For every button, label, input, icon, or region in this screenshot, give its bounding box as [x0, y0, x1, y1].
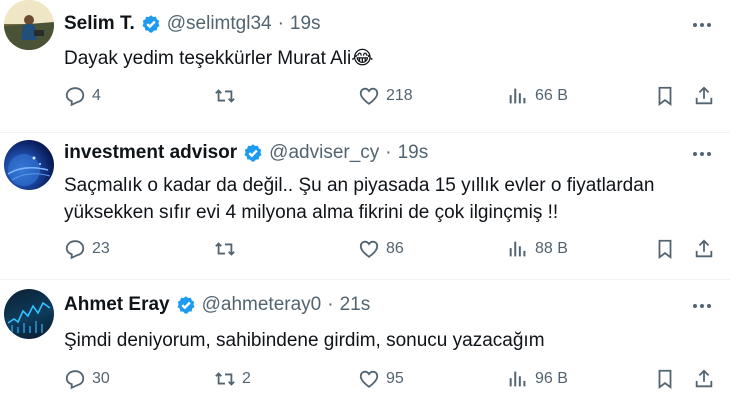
retweet-button[interactable] [214, 236, 242, 262]
tweet-feed: Selim T. @selimtgl34 · 19s Dayak yedim t… [0, 0, 730, 420]
action-bar: 30 2 95 96 B [0, 366, 730, 392]
handle[interactable]: @selimtgl34 [167, 13, 272, 35]
share-button[interactable] [693, 83, 715, 109]
retweet-button[interactable] [214, 83, 242, 109]
action-bar: 23 86 88 B [0, 236, 730, 262]
avatar[interactable] [4, 289, 54, 339]
bookmark-icon [654, 238, 676, 260]
display-name[interactable]: Ahmet Eray [64, 294, 170, 316]
like-icon [358, 238, 380, 260]
tweet-header: investment advisor @adviser_cy · 19s [64, 142, 428, 164]
handle[interactable]: @adviser_cy [269, 142, 379, 164]
views-button[interactable]: 66 B [507, 83, 568, 109]
retweet-button[interactable]: 2 [214, 366, 251, 392]
like-count: 218 [386, 87, 413, 104]
views-count: 96 B [535, 370, 568, 387]
display-name[interactable]: investment advisor [64, 142, 237, 164]
views-count: 88 B [535, 240, 568, 257]
display-name[interactable]: Selim T. [64, 13, 135, 35]
share-button[interactable] [693, 366, 715, 392]
more-icon[interactable] [688, 15, 716, 35]
tweet-text: Saçmalık o kadar da değil.. Şu an piyasa… [64, 175, 655, 223]
retweet-icon [214, 238, 236, 260]
retweet-count: 2 [242, 370, 251, 387]
reply-count: 23 [92, 240, 110, 257]
tweet-text: Şimdi deniyorum, sahibindene girdim, son… [64, 330, 545, 351]
bookmark-button[interactable] [654, 366, 676, 392]
bookmark-button[interactable] [654, 83, 676, 109]
verified-badge-icon [142, 15, 160, 33]
divider [0, 279, 730, 280]
views-icon [507, 85, 529, 107]
separator-dot: · [327, 294, 334, 315]
tweet-header: Ahmet Eray @ahmeteray0 · 21s [64, 294, 370, 316]
share-icon [693, 238, 715, 260]
reply-button[interactable]: 23 [64, 236, 110, 262]
reply-count: 4 [92, 87, 101, 104]
reply-icon [64, 85, 86, 107]
divider [0, 132, 730, 133]
bookmark-icon [654, 368, 676, 390]
like-button[interactable]: 86 [358, 236, 404, 262]
handle[interactable]: @ahmeteray0 [202, 294, 322, 316]
reply-button[interactable]: 4 [64, 83, 101, 109]
views-button[interactable]: 88 B [507, 236, 568, 262]
bookmark-button[interactable] [654, 236, 676, 262]
like-count: 95 [386, 370, 404, 387]
like-button[interactable]: 95 [358, 366, 404, 392]
verified-badge-icon [244, 144, 262, 162]
tweet-header: Selim T. @selimtgl34 · 19s [64, 13, 321, 35]
bookmark-icon [654, 85, 676, 107]
views-icon [507, 368, 529, 390]
verified-badge-icon [177, 296, 195, 314]
avatar[interactable] [4, 140, 54, 190]
more-icon[interactable] [688, 144, 716, 164]
timestamp[interactable]: 21s [340, 294, 371, 316]
share-icon [693, 85, 715, 107]
retweet-icon [214, 368, 236, 390]
like-count: 86 [386, 240, 404, 257]
share-icon [693, 368, 715, 390]
views-count: 66 B [535, 87, 568, 104]
reply-count: 30 [92, 370, 110, 387]
share-button[interactable] [693, 236, 715, 262]
tweet-text: Dayak yedim teşekkürler Murat Ali😂 [64, 48, 374, 69]
like-icon [358, 368, 380, 390]
action-bar: 4 218 66 B [0, 83, 730, 109]
reply-button[interactable]: 30 [64, 366, 110, 392]
views-button[interactable]: 96 B [507, 366, 568, 392]
timestamp[interactable]: 19s [398, 142, 429, 164]
more-icon[interactable] [688, 296, 716, 316]
reply-icon [64, 368, 86, 390]
views-icon [507, 238, 529, 260]
reply-icon [64, 238, 86, 260]
avatar[interactable] [4, 0, 54, 50]
separator-dot: · [385, 142, 392, 163]
separator-dot: · [277, 13, 284, 34]
retweet-icon [214, 85, 236, 107]
timestamp[interactable]: 19s [290, 13, 321, 35]
like-button[interactable]: 218 [358, 83, 413, 109]
like-icon [358, 85, 380, 107]
